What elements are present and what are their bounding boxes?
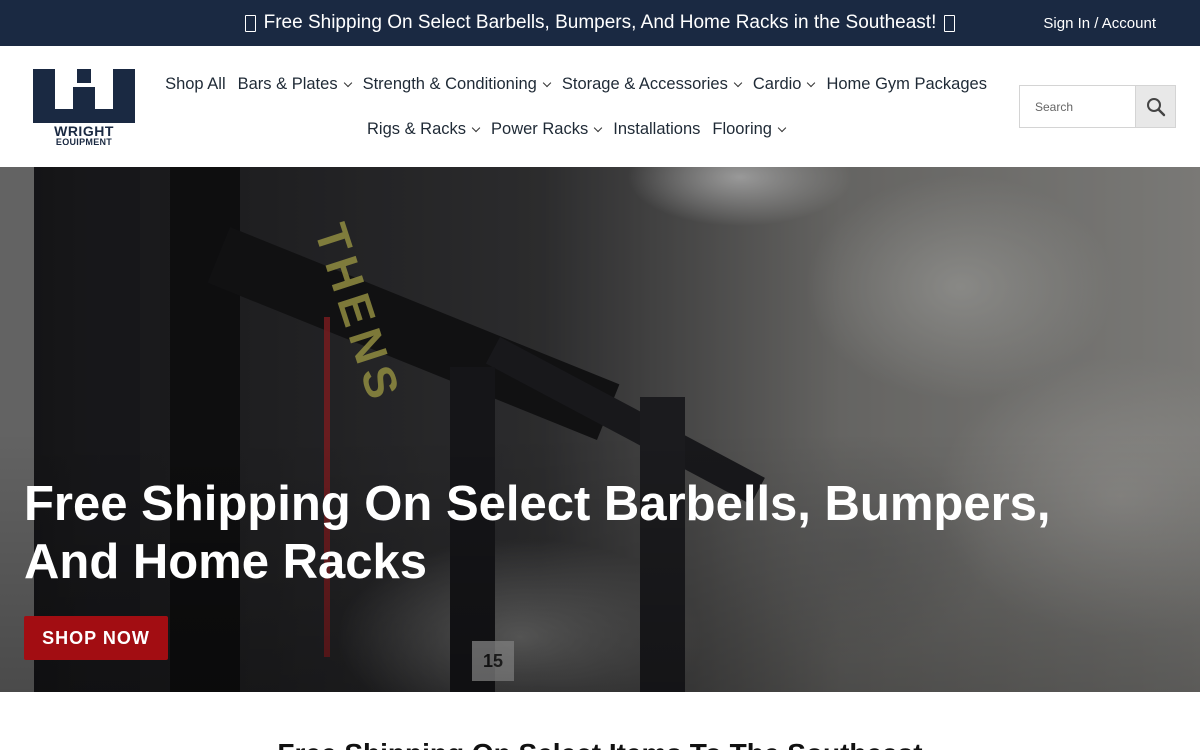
nav-storage-accessories[interactable]: Storage & Accessories xyxy=(556,75,747,94)
section-title: Free Shipping On Select Items To The Sou… xyxy=(0,738,1200,750)
nav-cardio[interactable]: Cardio xyxy=(747,75,821,94)
nav-installations[interactable]: Installations xyxy=(607,120,706,139)
box-glyph-icon xyxy=(944,14,956,32)
nav-label: Installations xyxy=(613,120,701,138)
chevron-down-icon xyxy=(542,78,552,88)
box-glyph-icon xyxy=(244,14,256,32)
chevron-down-icon xyxy=(343,78,352,88)
logo-subwordmark: EQUIPMENT xyxy=(56,137,112,145)
chevron-down-icon xyxy=(777,123,787,133)
nav-label: Power Racks xyxy=(491,120,589,138)
wright-equipment-logo[interactable]: WRIGHT EQUIPMENT xyxy=(33,69,135,147)
chevron-down-icon xyxy=(593,123,603,133)
nav-bars-plates[interactable]: Bars & Plates xyxy=(232,75,357,94)
chevron-down-icon xyxy=(471,123,481,133)
announcement-text: Free Shipping On Select Barbells, Bumper… xyxy=(263,12,937,33)
search-form xyxy=(1019,85,1176,128)
nav-row-primary: Shop All Bars & Plates Strength & Condit… xyxy=(160,62,992,107)
hero-banner: THENS 15 Free Shipping On Select Barbell… xyxy=(0,167,1200,692)
shop-now-button[interactable]: SHOP NOW xyxy=(24,616,168,660)
nav-label: Home Gym Packages xyxy=(826,75,987,93)
chevron-down-icon xyxy=(807,78,816,88)
nav-power-racks[interactable]: Power Racks xyxy=(485,120,607,139)
site-header: WRIGHT EQUIPMENT Shop All Bars & Plates … xyxy=(0,46,1200,167)
nav-label: Bars & Plates xyxy=(237,75,338,93)
nav-label: Cardio xyxy=(752,75,802,93)
nav-strength-conditioning[interactable]: Strength & Conditioning xyxy=(357,75,556,94)
main-nav: Shop All Bars & Plates Strength & Condit… xyxy=(160,46,992,152)
nav-flooring[interactable]: Flooring xyxy=(706,120,791,139)
nav-label: Rigs & Racks xyxy=(367,120,467,138)
nav-label: Storage & Accessories xyxy=(561,75,728,93)
nav-rigs-racks[interactable]: Rigs & Racks xyxy=(361,120,485,139)
search-button[interactable] xyxy=(1135,86,1175,127)
nav-label: Shop All xyxy=(165,75,226,93)
nav-row-secondary: Rigs & Racks Power Racks Installations F… xyxy=(160,107,992,152)
hero-headline: Free Shipping On Select Barbells, Bumper… xyxy=(24,477,1051,589)
sign-in-account-link[interactable]: Sign In / Account xyxy=(1043,0,1156,46)
chevron-down-icon xyxy=(733,78,743,88)
announcement: Free Shipping On Select Barbells, Bumper… xyxy=(0,0,1200,46)
nav-shop-all[interactable]: Shop All xyxy=(159,75,232,94)
announcement-bar: Free Shipping On Select Barbells, Bumper… xyxy=(0,0,1200,46)
nav-label: Strength & Conditioning xyxy=(362,75,537,93)
search-icon xyxy=(1146,97,1165,116)
search-input[interactable] xyxy=(1020,86,1135,127)
nav-label: Flooring xyxy=(712,120,772,138)
nav-home-gym-packages[interactable]: Home Gym Packages xyxy=(820,75,992,94)
